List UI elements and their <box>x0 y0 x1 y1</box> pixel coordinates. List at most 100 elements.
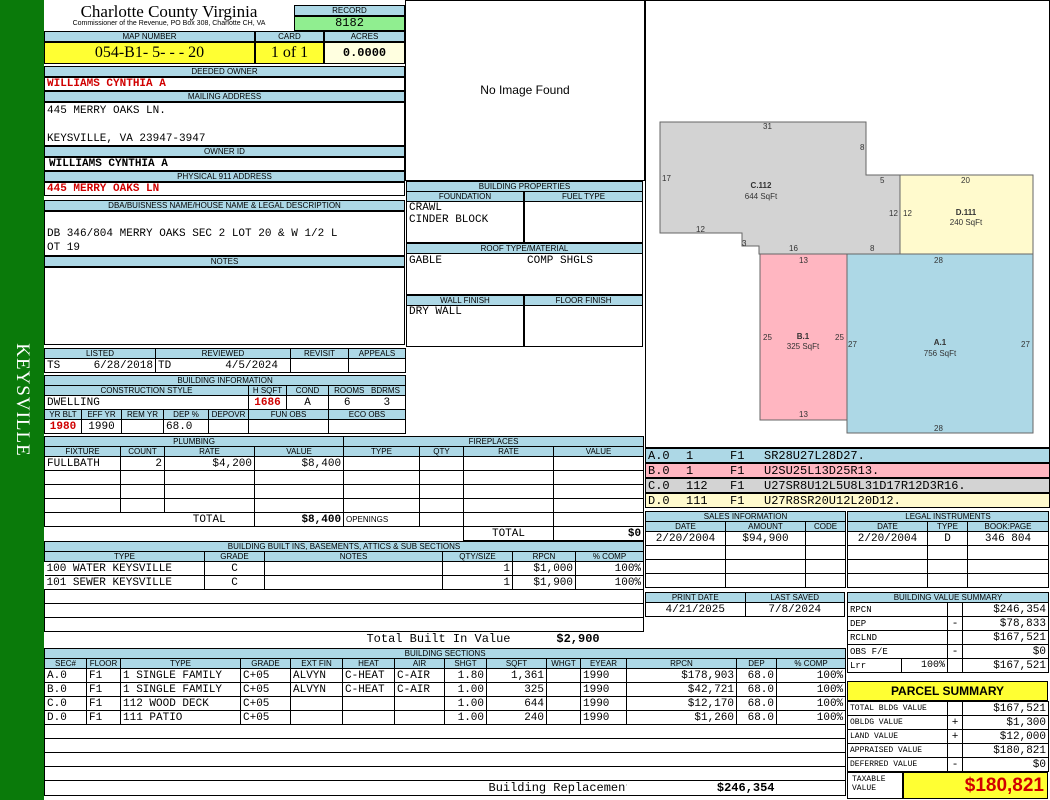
summary-pct: 100% <box>901 658 948 673</box>
table-row: Lrr 100% $167,521 <box>847 658 1049 673</box>
summary-label: OBS F/E <box>847 644 948 659</box>
plumbing-total: $8,400 <box>253 512 345 527</box>
parcel-label: LAND VALUE <box>847 729 948 744</box>
section-type: 112 WOOD DECK <box>120 696 241 711</box>
plumbing-count: 2 <box>120 456 165 471</box>
reviewed-by: TD <box>158 359 172 372</box>
dim-label: 12 <box>889 209 898 218</box>
section-grade: C+05 <box>240 696 291 711</box>
section-extfin <box>290 696 343 711</box>
section-b-area: 325 SqFt <box>787 342 820 351</box>
revisit-header: REVISIT <box>290 348 349 359</box>
commissioner-line: Commissioner of the Revenue, PO Box 308,… <box>72 20 266 27</box>
section-rpcn: $12,170 <box>626 696 737 711</box>
summary-sign: - <box>947 644 963 659</box>
builtins-col-rpcn: RPCN <box>512 551 576 562</box>
last-saved: 7/8/2024 <box>744 602 845 617</box>
value-summary: BUILDING VALUE SUMMARY RPCN $246,354 DEP… <box>847 592 1049 673</box>
mailing-address-header: MAILING ADDRESS <box>44 91 405 102</box>
legal-date: 2/20/2004 <box>847 531 928 546</box>
rooms: 6 <box>343 396 351 409</box>
building-sections: BUILDING SECTIONS SEC# FLOOR TYPE GRADE … <box>43 648 847 796</box>
sections-col-heat: HEAT <box>342 658 395 669</box>
sales-col-date: DATE <box>645 521 726 532</box>
roof-box: GABLE COMP SHGLS <box>406 253 643 295</box>
notes-header: NOTES <box>44 256 405 267</box>
builtin-rpcn: $1,000 <box>512 561 576 576</box>
section-c-shape <box>659 121 901 255</box>
dim-label: 28 <box>934 424 943 433</box>
map-number: 054-B1- 5- - - 20 <box>44 42 255 64</box>
dim-label: 25 <box>763 333 772 342</box>
sale-date: 2/20/2004 <box>645 531 726 546</box>
taxable-label-1: TAXABLE <box>852 775 886 784</box>
section-a-area: 756 SqFt <box>924 349 957 358</box>
sale-code <box>804 531 847 546</box>
legal-table: LEGAL INSTRUMENTS DATE TYPE BOOK:PAGE 2/… <box>846 511 1050 588</box>
section-shgt: 1.00 <box>444 696 487 711</box>
builtins-col-type: TYPE <box>44 551 205 562</box>
cond-header: COND <box>286 385 329 396</box>
code-sec: A.0 <box>648 449 670 463</box>
dim-label: 27 <box>848 340 857 349</box>
mailing-line-1: 445 MERRY OAKS LN. <box>47 105 166 117</box>
summary-sign: - <box>947 616 963 631</box>
sale-amount: $94,900 <box>725 531 806 546</box>
section-sec: C.0 <box>44 696 87 711</box>
builtin-qty: 1 <box>442 561 513 576</box>
deeded-owner: WILLIAMS CYNTHIA A <box>47 78 166 90</box>
parcel-sign: + <box>947 729 963 744</box>
legal-header: LEGAL INSTRUMENTS <box>846 511 1050 522</box>
roof-type: GABLE <box>409 255 443 267</box>
appeals-header: APPEALS <box>348 348 406 359</box>
section-type: 111 PATIO <box>120 710 241 725</box>
section-eyear: 1990 <box>580 682 627 697</box>
table-row: LAND VALUE + $12,000 <box>847 729 1049 744</box>
sales-header: SALES INFORMATION <box>644 511 847 522</box>
code-floor: F1 <box>730 449 745 463</box>
builtin-comp: 100% <box>574 575 645 590</box>
sidebar: KEYSVILLE <box>0 0 44 800</box>
code-floor: F1 <box>730 464 745 478</box>
section-comp: 100% <box>775 668 847 683</box>
section-air <box>394 696 445 711</box>
section-dep: 68.0 <box>736 682 777 697</box>
table-row: 2/20/2004 $94,900 <box>645 531 847 546</box>
foundation-box: CRAWL CINDER BLOCK <box>406 201 524 243</box>
section-comp: 100% <box>775 710 847 725</box>
plumbing-col-value: VALUE <box>253 446 345 457</box>
dim-label: 5 <box>880 176 885 185</box>
listed-date: 6/28/2018 <box>93 359 153 372</box>
summary-label: RCLND <box>847 630 948 645</box>
code-floor: F1 <box>730 479 745 493</box>
parcel-label: OBLDG VALUE <box>847 715 948 730</box>
year-built: 1980 <box>44 419 82 434</box>
replacement-cost: $246,354 <box>626 780 777 796</box>
rooms-header: ROOMS <box>334 386 365 395</box>
dim-label: 20 <box>961 176 970 185</box>
ecoobs-header: ECO OBS <box>327 409 407 420</box>
section-sqft: 1,361 <box>486 668 547 683</box>
summary-value: $167,521 <box>962 658 1049 673</box>
rooms-bdrms: 6 3 <box>327 395 407 410</box>
section-heat: C-HEAT <box>342 668 395 683</box>
construction-style: DWELLING <box>44 395 249 410</box>
owner-id: WILLIAMS CYNTHIA A <box>44 157 405 171</box>
code-text: SR28U27L28D27. <box>764 449 865 463</box>
section-shgt: 1.80 <box>444 668 487 683</box>
building-info-header: BUILDING INFORMATION <box>43 375 407 386</box>
table-row: DEP - $78,833 <box>847 616 1049 631</box>
fireplaces-table: FIREPLACES TYPE QTY RATE VALUE OPENINGS … <box>342 436 645 541</box>
cond: A <box>286 395 329 410</box>
fireplaces-header: FIREPLACES <box>342 436 645 447</box>
sketch-code-row: A.0 1 F1 SR28U27L28D27. <box>645 448 1050 463</box>
section-floor: F1 <box>86 668 121 683</box>
code-text: U27SR8U12L5U8L31D17R12D3R16. <box>764 479 966 493</box>
table-row: OBLDG VALUE + $1,300 <box>847 715 1049 730</box>
builtin-type: 100 WATER KEYSVILLE <box>44 561 205 576</box>
table-row: FULLBATH 2 $4,200 $8,400 <box>44 456 345 471</box>
sections-col-extfin: EXT FIN <box>290 658 343 669</box>
record-number: 8182 <box>294 16 405 31</box>
sections-col-eyear: EYEAR <box>580 658 627 669</box>
section-eyear: 1990 <box>580 710 627 725</box>
